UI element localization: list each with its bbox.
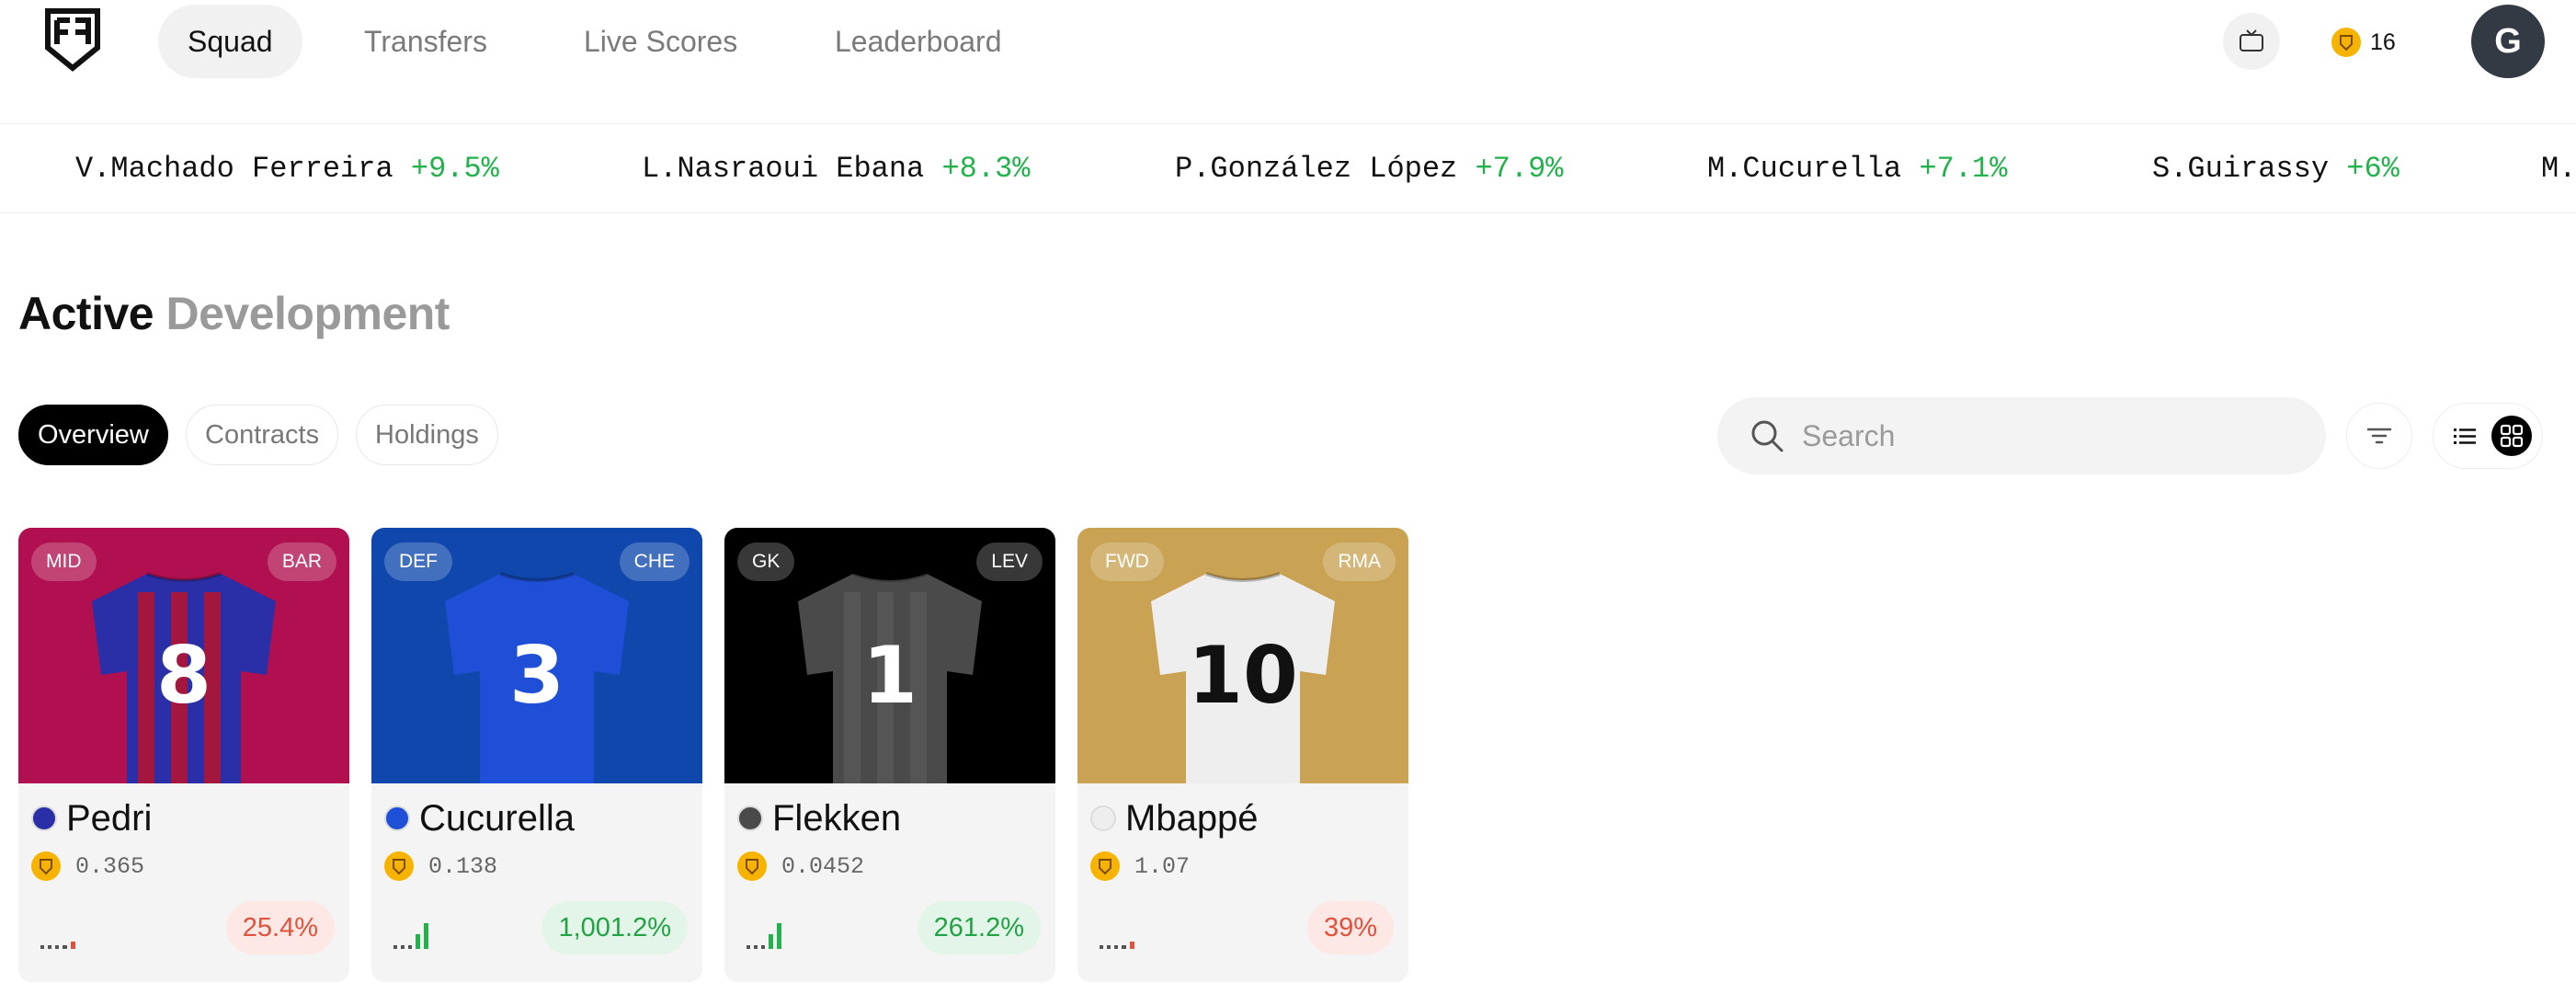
player-card-body: Cucurella 0.138 1,001.2% bbox=[371, 783, 702, 982]
coin-icon bbox=[384, 851, 414, 881]
jersey-number: 1 bbox=[862, 630, 918, 722]
player-price: 0.365 bbox=[75, 852, 145, 880]
jersey-icon: 10 bbox=[1151, 572, 1335, 783]
tab-overview[interactable]: Overview bbox=[18, 405, 168, 465]
trend-sparkline-icon bbox=[747, 923, 781, 949]
trend-sparkline-icon bbox=[393, 923, 428, 949]
player-card[interactable]: GK LEV 1 Flekken 0.0452 261.2% bbox=[724, 528, 1055, 982]
player-card[interactable]: DEF CHE 3 Cucurella 0.138 1,001.2% bbox=[371, 528, 702, 982]
jersey-icon: 3 bbox=[445, 572, 629, 783]
jersey-icon: 1 bbox=[798, 572, 982, 783]
player-price: 1.07 bbox=[1134, 852, 1191, 880]
trend-sparkline-icon bbox=[40, 942, 75, 949]
change-badge: 25.4% bbox=[225, 901, 335, 954]
top-navigation: Squad Transfers Live Scores Leaderboard … bbox=[0, 0, 2576, 123]
player-card-image: MID BAR 8 bbox=[18, 528, 349, 783]
player-card-image: FWD RMA 10 bbox=[1077, 528, 1408, 783]
player-card-body: Pedri 0.365 25.4% bbox=[18, 783, 349, 982]
filter-button[interactable] bbox=[2346, 403, 2412, 469]
club-flag-icon bbox=[1090, 805, 1116, 831]
jersey-number: 3 bbox=[509, 630, 564, 722]
tab-holdings[interactable]: Holdings bbox=[356, 405, 498, 465]
player-card-image: DEF CHE 3 bbox=[371, 528, 702, 783]
page-title-secondary: Development bbox=[165, 288, 450, 339]
nav-tab-live-scores[interactable]: Live Scores bbox=[554, 5, 767, 78]
player-name: Pedri bbox=[66, 797, 153, 839]
player-card-body: Mbappé 1.07 39% bbox=[1077, 783, 1408, 982]
search-input[interactable] bbox=[1802, 418, 2280, 453]
coin-count: 16 bbox=[2370, 29, 2396, 55]
player-name-row: Cucurella bbox=[384, 794, 575, 842]
player-card-image: GK LEV 1 bbox=[724, 528, 1055, 783]
shield-logo-icon[interactable] bbox=[44, 7, 101, 72]
list-icon bbox=[2453, 428, 2476, 444]
player-price-row: 0.138 bbox=[384, 851, 497, 881]
coin-icon bbox=[1090, 851, 1120, 881]
tv-button[interactable] bbox=[2223, 13, 2280, 70]
tab-contracts[interactable]: Contracts bbox=[186, 405, 339, 465]
jersey-icon: 8 bbox=[92, 572, 276, 783]
ticker-item[interactable]: V.Machado Ferreira +9.5% bbox=[75, 124, 499, 212]
avatar[interactable]: G bbox=[2471, 5, 2545, 78]
page-title-primary: Active bbox=[18, 288, 154, 339]
player-name-row: Flekken bbox=[737, 794, 901, 842]
club-flag-icon bbox=[384, 805, 410, 831]
player-price-row: 0.365 bbox=[31, 851, 144, 881]
club-flag-icon bbox=[737, 805, 763, 831]
player-card[interactable]: FWD RMA 10 Mbappé 1.07 39% bbox=[1077, 528, 1408, 982]
coin-icon bbox=[2331, 28, 2361, 57]
coin-balance[interactable]: 16 bbox=[2331, 24, 2396, 61]
view-toggle bbox=[2433, 403, 2543, 469]
jersey-number: 10 bbox=[1188, 630, 1298, 722]
change-badge: 261.2% bbox=[917, 901, 1041, 954]
ticker-item[interactable]: L.Nasraoui Ebana +8.3% bbox=[642, 124, 1030, 212]
nav-tab-transfers[interactable]: Transfers bbox=[335, 5, 517, 78]
ticker-item[interactable]: P.González López +7.9% bbox=[1175, 124, 1563, 212]
trend-sparkline-icon bbox=[1100, 942, 1134, 949]
ticker-item[interactable]: M. bbox=[2541, 124, 2576, 212]
ticker-item[interactable]: S.Guirassy +6% bbox=[2152, 124, 2399, 212]
ticker-item[interactable]: M.Cucurella +7.1% bbox=[1707, 124, 2007, 212]
change-badge: 1,001.2% bbox=[541, 901, 688, 954]
player-card[interactable]: MID BAR 8 Pedri 0.365 25.4% bbox=[18, 528, 349, 982]
club-flag-icon bbox=[31, 805, 57, 831]
player-price: 0.138 bbox=[428, 852, 498, 880]
filter-icon bbox=[2366, 428, 2392, 444]
player-price: 0.0452 bbox=[781, 852, 865, 880]
grid-icon bbox=[2500, 424, 2523, 448]
search-bar bbox=[1717, 397, 2326, 474]
player-name: Flekken bbox=[772, 797, 902, 839]
coin-icon bbox=[31, 851, 61, 881]
player-name: Cucurella bbox=[419, 797, 575, 839]
player-name-row: Pedri bbox=[31, 794, 152, 842]
nav-tab-leaderboard[interactable]: Leaderboard bbox=[805, 5, 1031, 78]
page-title: Active Development bbox=[18, 287, 450, 340]
player-card-body: Flekken 0.0452 261.2% bbox=[724, 783, 1055, 982]
list-view-button[interactable] bbox=[2445, 416, 2485, 456]
player-name: Mbappé bbox=[1125, 797, 1259, 839]
coin-icon bbox=[737, 851, 767, 881]
grid-view-button[interactable] bbox=[2491, 416, 2532, 456]
player-name-row: Mbappé bbox=[1090, 794, 1259, 842]
price-ticker: V.Machado Ferreira +9.5% L.Nasraoui Eban… bbox=[0, 123, 2576, 213]
player-price-row: 1.07 bbox=[1090, 851, 1190, 881]
jersey-number: 8 bbox=[156, 630, 211, 722]
change-badge: 39% bbox=[1306, 901, 1394, 954]
player-price-row: 0.0452 bbox=[737, 851, 864, 881]
tv-icon bbox=[2240, 29, 2263, 51]
position-badge: GK bbox=[737, 542, 795, 581]
nav-tab-squad[interactable]: Squad bbox=[158, 5, 302, 78]
search-icon bbox=[1751, 420, 1784, 452]
